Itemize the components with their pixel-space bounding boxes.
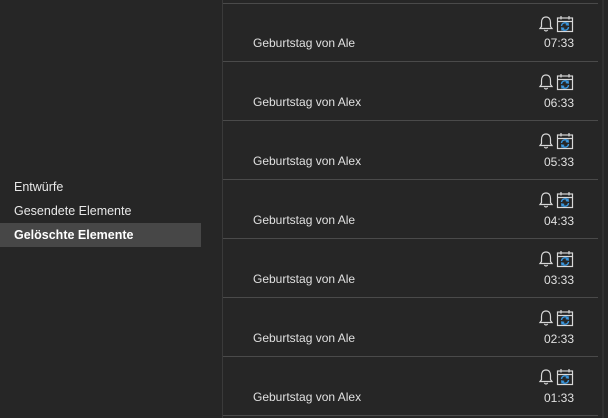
message-list: Geburtstag von Ale 07:33 Geburtstag von … bbox=[223, 0, 598, 418]
folder-label: Gesendete Elemente bbox=[14, 204, 132, 218]
message-item[interactable]: Geburtstag von Ale 04:33 bbox=[223, 180, 598, 239]
message-status-icons bbox=[536, 72, 576, 92]
message-time: 07:33 bbox=[543, 36, 574, 50]
message-time: 01:33 bbox=[543, 391, 574, 405]
message-time: 05:33 bbox=[543, 155, 574, 169]
folder-sent-items[interactable]: Gesendete Elemente bbox=[0, 199, 201, 223]
message-subject: Geburtstag von Ale bbox=[253, 213, 356, 227]
recurring-calendar-icon bbox=[556, 16, 574, 33]
bell-icon bbox=[538, 133, 554, 149]
recurring-calendar-icon bbox=[556, 251, 574, 268]
message-time: 04:33 bbox=[543, 214, 574, 228]
folder-drafts[interactable]: Entwürfe bbox=[0, 175, 201, 199]
message-item[interactable]: Geburtstag von Ale 07:33 bbox=[223, 3, 598, 62]
message-status-icons bbox=[536, 249, 576, 269]
bell-icon bbox=[538, 74, 554, 90]
message-subject: Geburtstag von Ale bbox=[253, 272, 356, 286]
folder-label: Entwürfe bbox=[14, 180, 64, 194]
message-status-icons bbox=[536, 131, 576, 151]
message-subject: Geburtstag von Ale bbox=[253, 331, 356, 345]
recurring-calendar-icon bbox=[556, 369, 574, 386]
message-item[interactable]: Geburtstag von Alex 06:33 bbox=[223, 62, 598, 121]
bell-icon bbox=[538, 16, 554, 32]
folder-pane: Entwürfe Gesendete Elemente Gelöschte El… bbox=[0, 0, 222, 418]
folder-label: Gelöschte Elemente bbox=[14, 228, 134, 242]
bell-icon bbox=[538, 192, 554, 208]
mail-app: Entwürfe Gesendete Elemente Gelöschte El… bbox=[0, 0, 608, 418]
message-status-icons bbox=[536, 367, 576, 387]
message-subject: Geburtstag von Alex bbox=[253, 95, 362, 109]
message-item[interactable]: Geburtstag von Alex 05:33 bbox=[223, 121, 598, 180]
folder-deleted-items[interactable]: Gelöschte Elemente bbox=[0, 223, 201, 247]
bell-icon bbox=[538, 369, 554, 385]
scrollbar-track[interactable] bbox=[602, 0, 604, 418]
message-status-icons bbox=[536, 14, 576, 34]
message-subject: Geburtstag von Ale bbox=[253, 36, 356, 50]
message-time: 03:33 bbox=[543, 273, 574, 287]
message-status-icons bbox=[536, 190, 576, 210]
recurring-calendar-icon bbox=[556, 74, 574, 91]
recurring-calendar-icon bbox=[556, 192, 574, 209]
bell-icon bbox=[538, 251, 554, 267]
recurring-calendar-icon bbox=[556, 310, 574, 327]
message-status-icons bbox=[536, 308, 576, 328]
message-time: 06:33 bbox=[543, 96, 574, 110]
message-time: 02:33 bbox=[543, 332, 574, 346]
message-subject: Geburtstag von Alex bbox=[253, 390, 362, 404]
recurring-calendar-icon bbox=[556, 133, 574, 150]
message-item[interactable]: Geburtstag von Ale 02:33 bbox=[223, 298, 598, 357]
message-list-scrollbar[interactable] bbox=[598, 0, 608, 418]
message-subject: Geburtstag von Alex bbox=[253, 154, 362, 168]
message-item[interactable]: Geburtstag von Ale 03:33 bbox=[223, 239, 598, 298]
message-item[interactable]: Geburtstag von Alex 01:33 bbox=[223, 357, 598, 416]
bell-icon bbox=[538, 310, 554, 326]
